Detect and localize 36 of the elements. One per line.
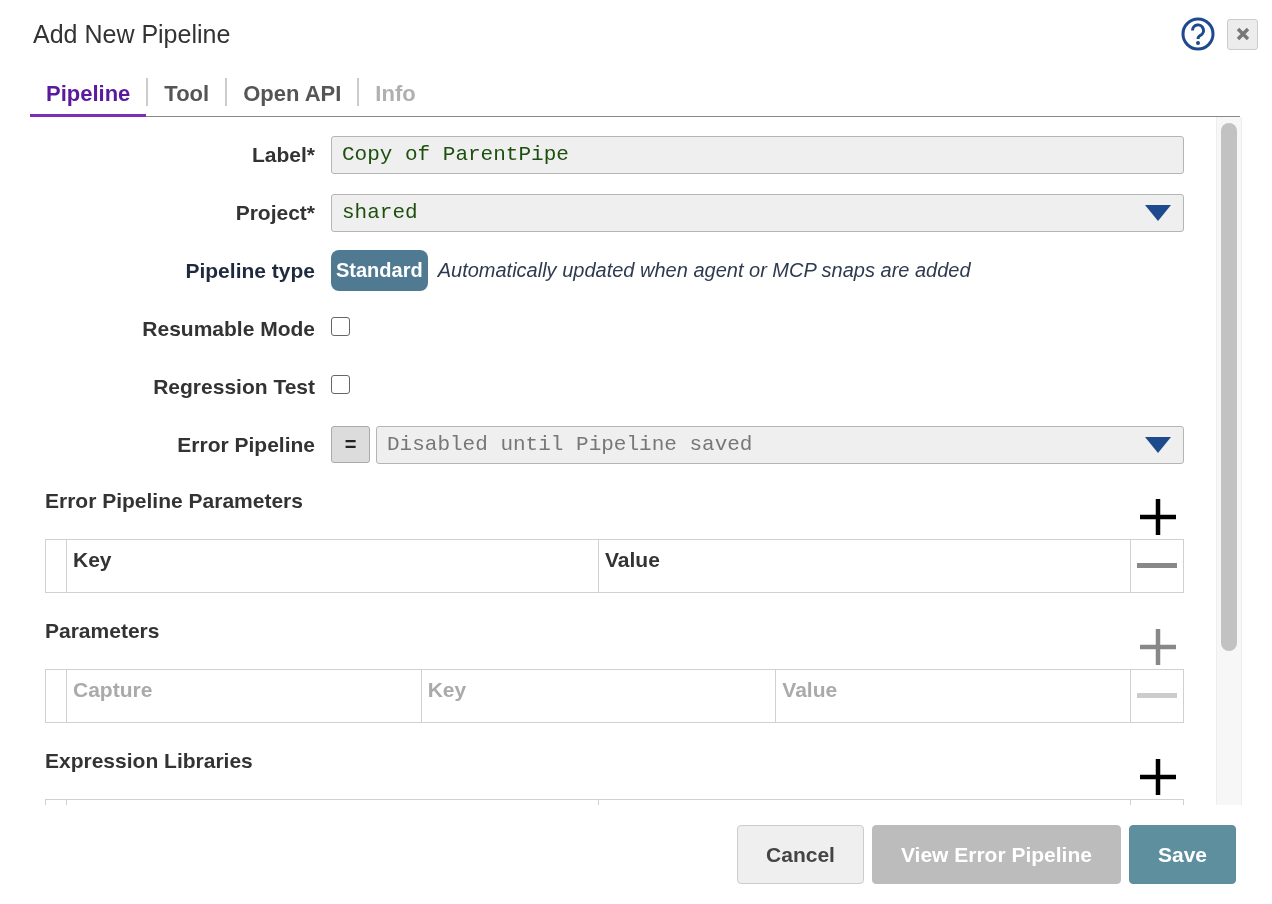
expression-toggle[interactable]: = [331, 426, 370, 463]
column-header: Capture [67, 670, 422, 722]
dialog-title: Add New Pipeline [33, 19, 231, 49]
field-label: Regression Test [152, 374, 316, 399]
scrollbar-thumb[interactable] [1221, 123, 1237, 651]
save-button[interactable]: Save [1128, 825, 1236, 884]
add-icon[interactable] [1138, 497, 1178, 537]
tab[interactable]: Tool [148, 68, 226, 117]
add-icon[interactable] [1138, 757, 1178, 797]
pipeline-type-badge: Standard [331, 250, 428, 291]
checkbox[interactable] [331, 317, 350, 336]
checkbox[interactable] [331, 375, 350, 394]
project-dropdown[interactable]: shared [331, 193, 1184, 232]
field-label: Project* [234, 200, 316, 225]
section-title: Error Pipeline Parameters [45, 489, 303, 513]
column-header: Key [67, 540, 599, 592]
section-title: Parameters [45, 619, 160, 643]
column-header: Value [776, 670, 1131, 722]
close-button[interactable] [1227, 18, 1258, 50]
label-field[interactable]: Copy of ParentPipe [331, 135, 1184, 174]
help-icon[interactable] [1181, 17, 1215, 51]
field-label: Error Pipeline [176, 432, 316, 457]
close-icon [1235, 27, 1250, 41]
pipeline-type-note: Automatically updated when agent or MCP snaps are added [437, 259, 971, 282]
dropdown-arrow-icon [1145, 436, 1171, 453]
cancel-button[interactable]: Cancel [737, 825, 864, 884]
section-title: Expression Libraries [45, 749, 253, 773]
error-pipeline-dropdown[interactable]: Disabled until Pipeline saved [376, 425, 1184, 464]
field-label: Resumable Mode [141, 316, 316, 341]
tab[interactable]: Open API [227, 68, 358, 117]
dropdown-arrow-icon [1145, 204, 1171, 221]
column-header: Value [599, 540, 1131, 592]
remove-icon[interactable] [1137, 563, 1177, 569]
field-label: Pipeline type [184, 258, 316, 283]
field-label: Label* [250, 142, 316, 167]
column-header: Key [421, 670, 777, 722]
